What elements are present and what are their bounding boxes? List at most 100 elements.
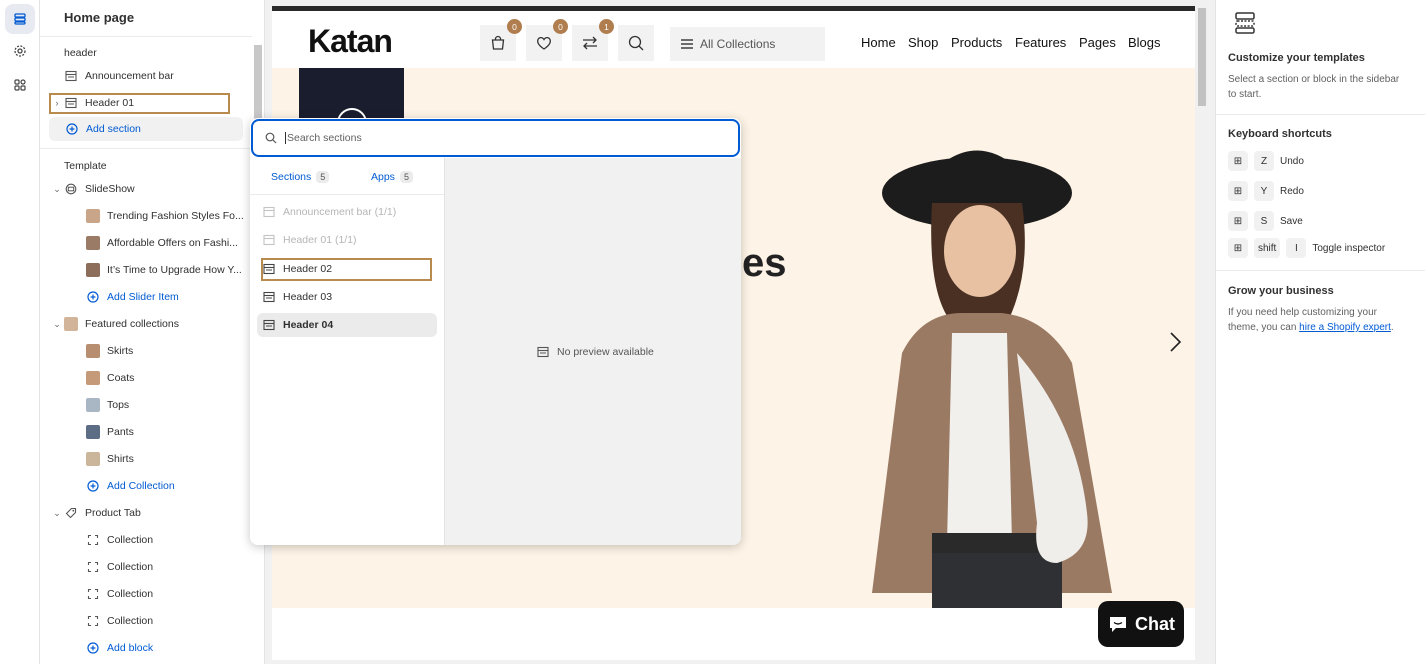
slide-thumbnail <box>86 209 100 223</box>
slide-item[interactable]: Affordable Offers on Fashi... <box>86 232 246 254</box>
chevron-down-icon[interactable]: ⌄ <box>52 319 62 330</box>
section-featured-collections[interactable]: ⌄ Featured collections <box>53 313 179 335</box>
picker-item-header-01: Header 01 (1/1) <box>257 228 437 252</box>
add-slider-item-button[interactable]: Add Slider Item <box>86 286 179 308</box>
sidebar-scrollbar[interactable] <box>254 45 262 120</box>
add-label: Add Collection <box>107 480 175 492</box>
tab-count: 5 <box>316 171 330 183</box>
hire-expert-link[interactable]: hire a Shopify expert <box>1299 322 1391 333</box>
picker-preview-panel: No preview available <box>445 158 741 545</box>
nav-blogs[interactable]: Blogs <box>1128 35 1161 50</box>
shortcut-key: shift <box>1254 238 1281 258</box>
nav-features[interactable]: Features <box>1015 35 1066 50</box>
divider <box>250 194 444 195</box>
tab-sections[interactable]: Sections 5 <box>271 171 330 183</box>
search-button[interactable] <box>618 25 654 61</box>
shortcut-label: Save <box>1280 215 1303 227</box>
nav-shop[interactable]: Shop <box>908 35 938 50</box>
chat-button[interactable]: Chat <box>1098 601 1184 647</box>
picker-item-announcement-bar: Announcement bar (1/1) <box>257 200 437 224</box>
section-label: Featured collections <box>85 318 179 330</box>
highlight-box <box>261 258 432 281</box>
all-collections-dropdown[interactable]: All Collections <box>670 27 825 61</box>
collection-thumbnail <box>86 398 100 412</box>
nav-pages[interactable]: Pages <box>1079 35 1116 50</box>
sections-icon[interactable] <box>5 4 35 34</box>
block-icon <box>86 533 100 547</box>
block-icon <box>86 614 100 628</box>
compare-button[interactable]: 1 <box>572 19 614 61</box>
section-label: Product Tab <box>85 507 141 519</box>
store-logo[interactable]: Katan <box>308 23 393 60</box>
tab-label: Sections <box>271 171 312 183</box>
slide-item[interactable]: It’s Time to Upgrade How Y... <box>86 259 246 281</box>
cart-button[interactable]: 0 <box>480 19 522 61</box>
icon-rail <box>0 0 40 664</box>
section-sidebar: Home page header Announcement bar › Head… <box>40 0 265 664</box>
chevron-down-icon[interactable]: ⌄ <box>52 184 62 195</box>
tab-apps[interactable]: Apps 5 <box>371 171 413 183</box>
chat-bubble-icon <box>1110 617 1126 632</box>
section-product-tab[interactable]: ⌄ Product Tab <box>53 502 141 524</box>
plus-circle-icon <box>65 122 79 136</box>
add-collection-button[interactable]: Add Collection <box>86 475 175 497</box>
nav-products[interactable]: Products <box>951 35 1002 50</box>
section-layout-icon <box>537 346 549 358</box>
all-collections-label: All Collections <box>700 37 776 51</box>
picker-item-header-04[interactable]: Header 04 <box>257 313 437 337</box>
collection-item[interactable]: Skirts <box>86 340 133 362</box>
add-section-button[interactable]: Add section <box>49 117 243 141</box>
slide-label: It’s Time to Upgrade How Y... <box>107 264 242 276</box>
collection-item[interactable]: Pants <box>86 421 134 443</box>
collection-item[interactable]: Tops <box>86 394 129 416</box>
collection-label: Coats <box>107 372 135 384</box>
cart-count-badge: 0 <box>507 19 522 34</box>
grow-end: . <box>1390 322 1394 333</box>
shortcut-key: S <box>1254 211 1274 231</box>
shortcut-key: Y <box>1254 181 1274 201</box>
collection-thumbnail <box>86 452 100 466</box>
slide-item[interactable]: Trending Fashion Styles Fo... <box>86 205 246 227</box>
picker-item-label: Header 01 (1/1) <box>283 234 357 246</box>
collection-label: Shirts <box>107 453 134 465</box>
block-item[interactable]: Collection <box>86 556 153 578</box>
compare-count-badge: 1 <box>599 19 614 34</box>
header-group-label: header <box>64 47 97 59</box>
section-layout-icon <box>64 69 78 83</box>
wishlist-button[interactable]: 0 <box>526 19 568 61</box>
shortcut-save: ⊞ S Save <box>1228 210 1303 232</box>
collection-item[interactable]: Coats <box>86 367 134 389</box>
search-sections-input[interactable]: Search sections <box>251 119 740 157</box>
command-key-icon: ⊞ <box>1228 211 1248 231</box>
section-announcement-bar[interactable]: Announcement bar <box>64 65 174 87</box>
chat-label: Chat <box>1135 613 1175 634</box>
picker-item-header-03[interactable]: Header 03 <box>257 285 437 309</box>
nav-home[interactable]: Home <box>861 35 896 50</box>
block-item[interactable]: Collection <box>86 610 153 632</box>
section-slideshow[interactable]: ⌄ SlideShow <box>53 178 134 200</box>
block-item[interactable]: Collection <box>86 529 153 551</box>
shortcut-toggle-inspector: ⊞ shift I Toggle inspector <box>1228 237 1385 259</box>
slide-thumbnail <box>86 263 100 277</box>
block-item[interactable]: Collection <box>86 583 153 605</box>
collection-item[interactable]: Shirts <box>86 448 134 470</box>
section-layout-icon <box>263 291 275 303</box>
chevron-right-icon[interactable] <box>1167 330 1183 354</box>
collection-label: Pants <box>107 426 134 438</box>
hamburger-icon <box>681 39 693 49</box>
apps-icon[interactable] <box>5 70 35 100</box>
block-label: Collection <box>107 588 154 600</box>
add-block-button[interactable]: Add block <box>86 637 153 659</box>
settings-gear-icon[interactable] <box>5 36 35 66</box>
plus-circle-icon <box>86 641 100 655</box>
template-sections-icon <box>1235 12 1255 34</box>
divider <box>40 36 252 37</box>
preview-scrollbar[interactable] <box>1196 0 1208 664</box>
grow-desc: If you need help customizing your theme,… <box>1228 305 1403 335</box>
chevron-down-icon[interactable]: ⌄ <box>52 508 62 519</box>
shortcut-key: I <box>1286 238 1307 258</box>
scroll-thumb[interactable] <box>1198 8 1206 106</box>
compare-arrows-icon <box>583 36 597 50</box>
add-label: Add block <box>107 642 154 654</box>
tab-count: 5 <box>399 171 413 183</box>
